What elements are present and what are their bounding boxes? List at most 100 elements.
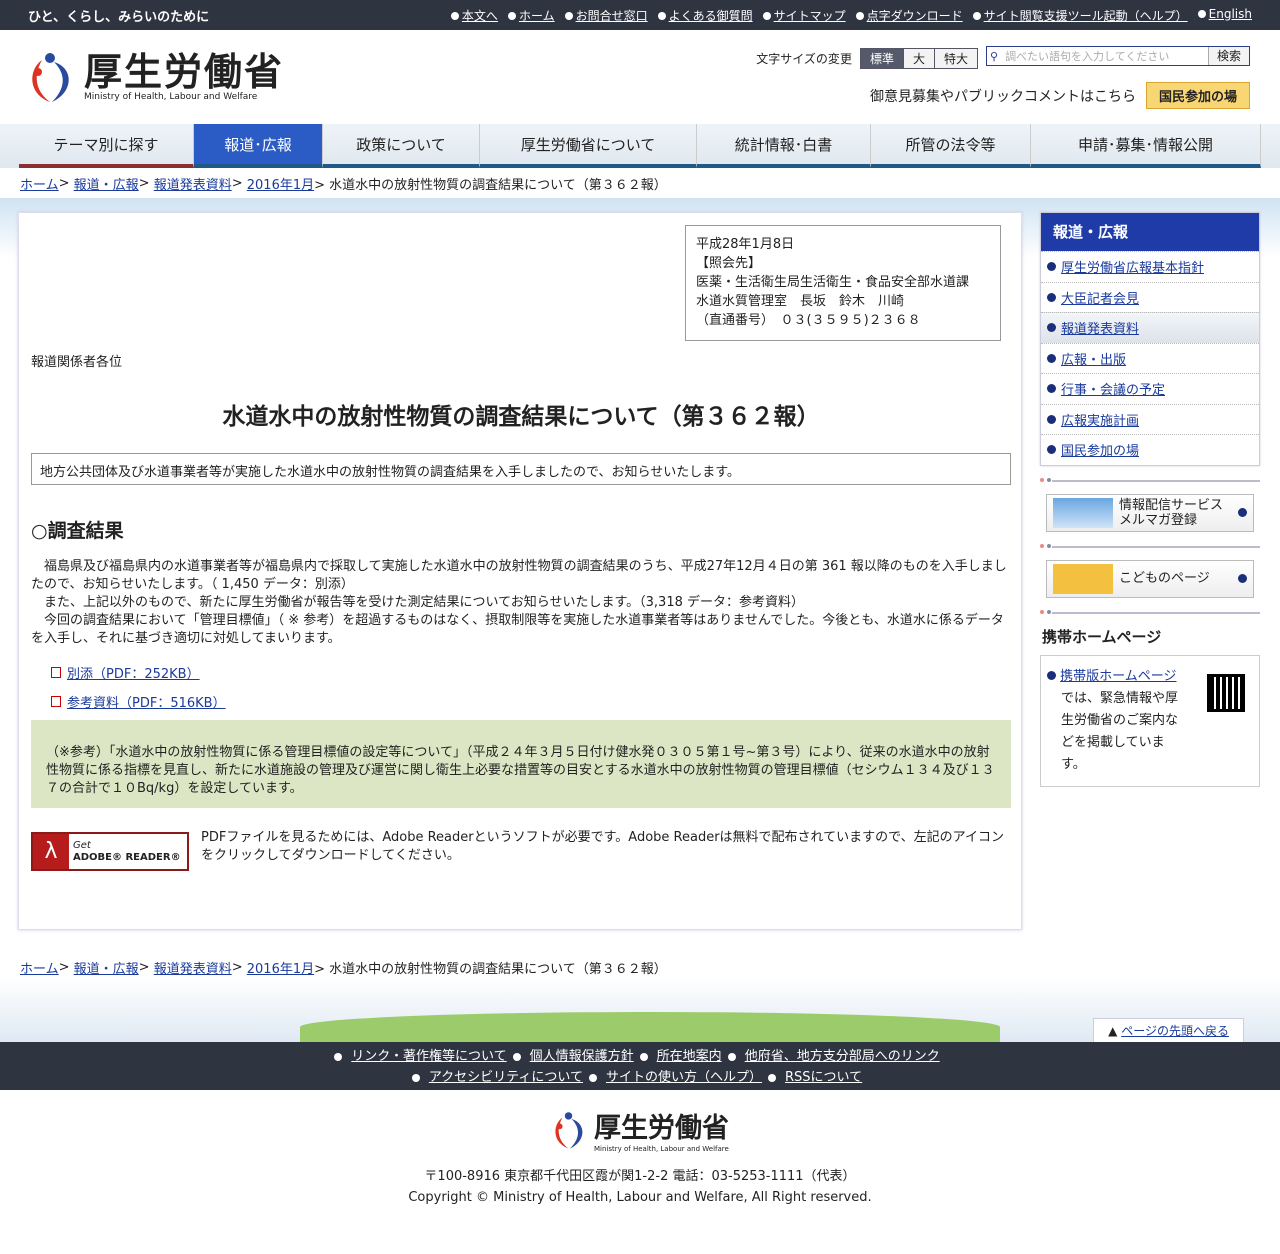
sidebar-link[interactable]: 大臣記者会見 [1061,288,1139,307]
arrow-icon [334,1052,343,1061]
sidebar-link[interactable]: 国民参加の場 [1061,440,1139,459]
footer-logo-text: 厚生労働省 [594,1113,729,1144]
sidebar-link[interactable]: 広報・出版 [1061,349,1126,368]
adobe-reader-button[interactable]: λ Get ADOBE® READER® [31,832,189,871]
divider [1040,543,1260,548]
body-text: 福島県及び福島県内の水道事業者等が福島県内で採取して実施した水道水中の放射性物質… [31,558,1011,648]
adobe-icon: λ [33,834,69,869]
page-title: 水道水中の放射性物質の調査結果について（第３６２報） [222,404,820,430]
link-label[interactable]: よくある御質問 [669,9,753,23]
breadcrumb-home[interactable]: ホーム [20,174,59,193]
divider [1040,477,1260,482]
link-contact[interactable]: お問合せ窓口 [564,7,648,24]
sidebar-item[interactable]: 広報実施計画 [1041,403,1259,435]
nav-press[interactable]: 報道･広報 [194,124,323,168]
mobile-link[interactable]: 携帯版ホームページ [1060,669,1176,684]
link-label[interactable]: ホーム [519,9,555,23]
link-label[interactable]: サイト閲覧支援ツール起動（ヘルプ） [984,9,1188,23]
mobile-heading: 携帯ホームページ [1042,627,1162,646]
pdf-icon [51,667,61,678]
home-icon [507,12,516,20]
nav-laws[interactable]: 所管の法令等 [871,124,1031,168]
link-faq[interactable]: よくある御質問 [657,7,753,24]
breadcrumb-press[interactable]: 報道・広報 [74,958,139,977]
mail-magazine-banner[interactable]: 情報配信サービス メルマガ登録 [1046,493,1254,532]
sidebar-item[interactable]: 国民参加の場 [1041,434,1259,465]
link-label[interactable]: 点字ダウンロード [867,9,963,23]
sidebar: 報道・広報 厚生労働省広報基本指針 大臣記者会見 報道発表資料 広報・出版 行事… [1040,212,1260,787]
font-size-extra-large[interactable]: 特大 [933,49,977,68]
sidebar-heading[interactable]: 報道・広報 [1041,213,1259,251]
link-label[interactable]: お問合せ窓口 [576,9,648,23]
sidebar-link[interactable]: 報道発表資料 [1061,318,1139,337]
arrow-icon [1047,353,1056,363]
footer-link[interactable]: リンク・著作権等について [351,1049,506,1064]
pdf-link-reference[interactable]: 参考資料（PDF：516KB） [67,692,226,711]
link-label[interactable]: 本文へ [462,9,498,23]
mobile-text: では、緊急情報や厚生労働省のご案内などを掲載しています。 [1061,690,1179,772]
kids-page-banner[interactable]: こどものページ [1046,559,1254,598]
arrow-icon [972,12,981,20]
search-input[interactable]: 調べたい語句を入力してください [1001,48,1208,64]
arrow-icon [727,1052,736,1061]
breadcrumb-home[interactable]: ホーム [20,958,59,977]
link-sitemap[interactable]: サイトマップ [762,7,846,24]
font-size-standard[interactable]: 標準 [860,49,903,68]
arrow-icon [1047,384,1056,394]
footer-link[interactable]: 所在地案内 [657,1049,722,1064]
arrow-icon [768,1073,777,1082]
qr-code [1207,673,1245,712]
logo-english: Ministry of Health, Labour and Welfare [84,92,258,102]
breadcrumb-month[interactable]: 2016年1月 [247,958,314,977]
footer-link[interactable]: アクセシビリティについて [429,1070,583,1085]
sidebar-item[interactable]: 行事・会議の予定 [1041,373,1259,404]
site-logo[interactable]: 厚生労働省 Ministry of Health, Labour and Welf… [28,50,284,104]
header: 厚生労働省 Ministry of Health, Labour and Welf… [0,30,1280,124]
link-skip[interactable]: 本文へ [450,7,498,24]
arrow-icon [1047,445,1056,455]
sidebar-item[interactable]: 広報・出版 [1041,342,1259,374]
nav-applications[interactable]: 申請･募集･情報公開 [1031,124,1261,168]
arrow-icon [1047,414,1056,424]
main-content: 平成28年1月8日 【照会先】 医薬・生活衛生局生活衛生・食品安全部水道課 水道… [18,212,1022,930]
link-label[interactable]: English [1209,7,1252,21]
link-label[interactable]: サイトマップ [774,9,846,23]
kids-icon [1053,563,1113,594]
sidebar-item[interactable]: 厚生労働省広報基本指針 [1041,251,1259,282]
nav-about[interactable]: 厚生労働省について [480,124,697,168]
sidebar-item[interactable]: 大臣記者会見 [1041,281,1259,313]
sidebar-item-current[interactable]: 報道発表資料 [1041,312,1259,343]
font-size-label: 文字サイズの変更 [756,52,852,66]
link-accessibility-tool[interactable]: サイト閲覧支援ツール起動（ヘルプ） [972,7,1188,24]
footer-link[interactable]: 他府省、地方支分部局へのリンク [745,1049,940,1064]
footer-link[interactable]: 個人情報保護方針 [530,1049,634,1064]
public-participation-button[interactable]: 国民参加の場 [1145,82,1250,109]
back-to-top-button[interactable]: ▲ ページの先頭へ戻る [1093,1018,1244,1042]
pdf-link-attachment[interactable]: 別添（PDF：252KB） [67,663,200,682]
breadcrumb-press[interactable]: 報道・広報 [74,174,139,193]
sidebar-link[interactable]: 行事・会議の予定 [1061,379,1165,398]
arrow-icon [1047,323,1056,333]
breadcrumb-releases[interactable]: 報道発表資料 [154,174,232,193]
footer-link[interactable]: サイトの使い方（ヘルプ） [606,1070,762,1085]
link-english[interactable]: English [1197,7,1252,24]
nav-statistics[interactable]: 統計情報･白書 [697,124,871,168]
divider [1040,609,1260,614]
arrow-icon [512,1052,521,1061]
back-to-top-link[interactable]: ページの先頭へ戻る [1121,1024,1229,1038]
arrow-icon [1238,574,1247,583]
breadcrumb-month[interactable]: 2016年1月 [247,174,314,193]
sidebar-link[interactable]: 厚生労働省広報基本指針 [1061,257,1204,276]
link-home[interactable]: ホーム [507,7,555,24]
nav-themes[interactable]: テーマ別に探す [19,124,194,168]
contact-box: 平成28年1月8日 【照会先】 医薬・生活衛生局生活衛生・食品安全部水道課 水道… [685,225,1001,341]
breadcrumb-releases[interactable]: 報道発表資料 [154,958,232,977]
nav-policy[interactable]: 政策について [323,124,480,168]
font-size-large[interactable]: 大 [902,49,934,68]
top-bar: ひと、くらし、みらいのために 本文へ ホーム お問合せ窓口 よくある御質問 サイ… [0,0,1280,30]
footer-link[interactable]: RSSについて [785,1070,862,1085]
search-button[interactable]: 検索 [1207,47,1249,65]
sidebar-link[interactable]: 広報実施計画 [1061,410,1139,429]
arrow-icon [564,12,573,20]
link-braille[interactable]: 点字ダウンロード [855,7,963,24]
